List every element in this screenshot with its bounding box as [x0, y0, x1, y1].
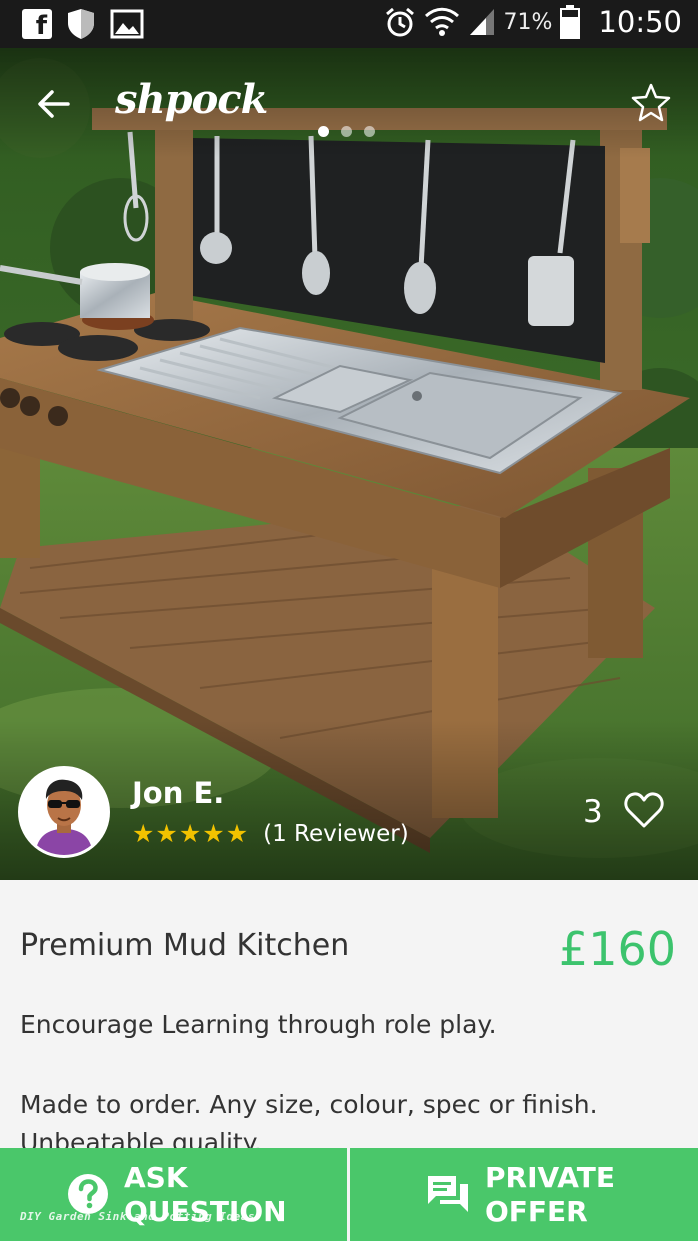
avatar-illustration — [21, 769, 107, 855]
star-filled-icon: ★ — [155, 819, 178, 848]
ask-question-button[interactable]: ASK QUESTION — [0, 1148, 347, 1241]
listing-details: Premium Mud Kitchen £160 Encourage Learn… — [0, 880, 698, 1157]
star-outline-icon — [631, 83, 671, 122]
seller-rating[interactable]: ★ ★ ★ ★ ★ (1 Reviewer) — [132, 820, 409, 848]
battery-icon — [560, 5, 581, 39]
seller-avatar[interactable] — [18, 766, 110, 858]
heart-outline-icon — [624, 792, 664, 828]
carousel-indicator — [318, 126, 375, 137]
facebook-icon: f — [22, 9, 52, 39]
star-filled-icon: ★ — [132, 819, 155, 848]
offer-label-line2: OFFER — [485, 1195, 588, 1228]
star-filled-icon: ★ — [178, 819, 202, 848]
listing-price: £160 — [558, 922, 676, 976]
hero-top-shade — [0, 48, 698, 158]
carousel-dot[interactable] — [341, 126, 352, 137]
offer-label-line1: PRIVATE — [485, 1161, 615, 1194]
like-button[interactable] — [623, 790, 665, 830]
watermark: DIY Garden Sink and Potting Ideas — [20, 1210, 256, 1223]
clock: 10:50 — [598, 5, 682, 39]
favorite-button[interactable] — [631, 82, 671, 122]
back-button[interactable] — [34, 84, 74, 124]
action-bar: ASK QUESTION PRIVATE OFFER — [0, 1148, 698, 1241]
carousel-dot[interactable] — [364, 126, 375, 137]
screen: f 71% 10:50 shpock Jon E. ★ ★ ★ ★ ★ (1 R… — [0, 0, 698, 1241]
chat-bubbles-icon — [428, 1176, 468, 1212]
image-icon — [110, 9, 144, 39]
reviewer-count: (1 Reviewer) — [263, 821, 409, 847]
seller-name[interactable]: Jon E. — [132, 776, 224, 810]
battery-percent: 71% — [503, 9, 553, 35]
signal-icon — [468, 7, 496, 37]
alarm-icon — [384, 6, 416, 38]
star-filled-icon: ★ — [225, 819, 249, 848]
status-bar: f 71% 10:50 — [0, 0, 698, 48]
shield-icon — [66, 8, 96, 40]
listing-title: Premium Mud Kitchen — [20, 928, 350, 963]
wifi-icon — [424, 6, 460, 38]
star-filled-icon: ★ — [202, 819, 225, 848]
description-line: Made to order. Any size, colour, spec or… — [20, 1090, 598, 1119]
product-photo[interactable]: shpock Jon E. ★ ★ ★ ★ ★ (1 Reviewer) 3 — [0, 48, 698, 880]
ask-label-line1: ASK — [124, 1161, 188, 1194]
shpock-logo: shpock — [115, 76, 268, 123]
arrow-left-icon — [38, 90, 70, 118]
likes-count: 3 — [583, 794, 603, 830]
description-line: Encourage Learning through role play. — [20, 1010, 497, 1039]
carousel-dot-active[interactable] — [318, 126, 329, 137]
private-offer-button[interactable]: PRIVATE OFFER — [350, 1148, 698, 1241]
